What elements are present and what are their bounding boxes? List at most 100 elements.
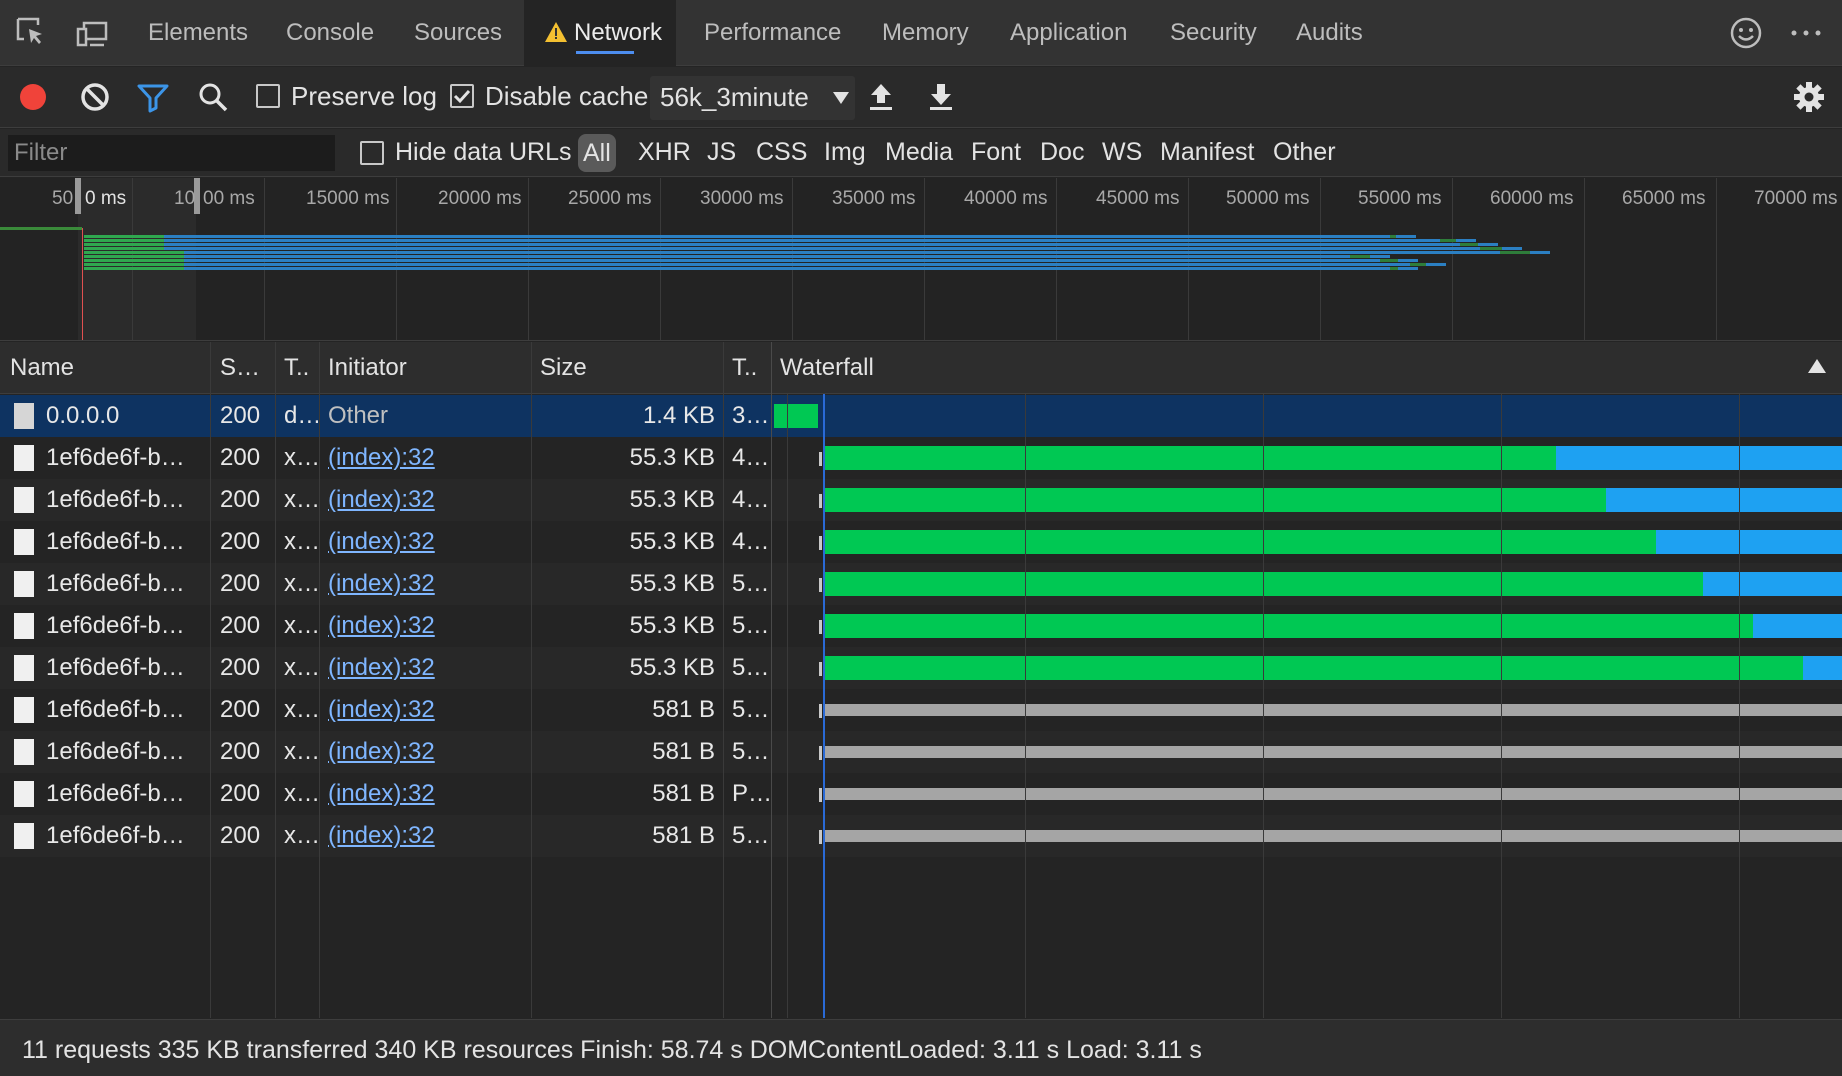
waterfall-pending-bar[interactable] [825,830,1842,842]
hide-data-urls-checkbox[interactable] [360,141,384,165]
preserve-log-checkbox[interactable] [256,84,280,108]
filter-type-ws[interactable]: WS [1102,138,1142,167]
filter-toggle-button[interactable] [136,80,170,114]
export-har-button[interactable] [924,80,958,114]
more-options-icon[interactable] [1788,15,1824,51]
hide-data-urls-label[interactable]: Hide data URLs [395,138,571,167]
initiator-link[interactable]: (index):32 [328,738,523,766]
table-row[interactable]: 1ef6de6f-b… 200 x… (index):32 55.3 KB 5… [0,605,1842,647]
table-row[interactable]: 1ef6de6f-b… 200 x… (index):32 55.3 KB 4… [0,437,1842,479]
preserve-log-label[interactable]: Preserve log [291,81,437,112]
initiator-link[interactable]: (index):32 [328,696,523,724]
column-header-name[interactable]: Name [10,354,74,382]
waterfall-download-bar[interactable] [1606,488,1842,512]
tab-security[interactable]: Security [1170,0,1257,66]
table-row[interactable]: 1ef6de6f-b… 200 x… (index):32 55.3 KB 5… [0,647,1842,689]
overview-waiting-bar [84,243,164,246]
table-row[interactable]: 1ef6de6f-b… 200 x… (index):32 581 B P… [0,773,1842,815]
column-divider[interactable] [275,342,276,1018]
initiator-link[interactable]: (index):32 [328,780,523,808]
table-row[interactable]: 1ef6de6f-b… 200 x… (index):32 55.3 KB 4… [0,521,1842,563]
waterfall-waiting-bar[interactable] [774,404,818,428]
tab-elements[interactable]: Elements [148,0,248,66]
waterfall-waiting-bar[interactable] [825,446,1556,470]
column-header-waterfall[interactable]: Waterfall [780,354,874,382]
waterfall-download-bar[interactable] [1556,446,1842,470]
filter-type-manifest[interactable]: Manifest [1160,138,1254,167]
network-overview[interactable]: 50 0 ms 10 00 ms 15000 ms 20000 ms 25000… [0,178,1842,341]
tab-memory[interactable]: Memory [882,0,969,66]
filter-type-xhr[interactable]: XHR [638,138,691,167]
waterfall-waiting-bar[interactable] [825,572,1703,596]
tab-performance[interactable]: Performance [704,0,841,66]
initiator-link[interactable]: (index):32 [328,486,523,514]
waterfall-pending-bar[interactable] [825,788,1842,800]
download-icon [930,84,952,110]
disable-cache-label[interactable]: Disable cache [485,81,648,112]
table-row[interactable]: 1ef6de6f-b… 200 x… (index):32 581 B 5… [0,731,1842,773]
throttling-select[interactable]: 56k_3minute [650,76,855,120]
column-header-status[interactable]: S… [220,354,260,382]
record-button[interactable] [16,80,50,114]
search-button[interactable] [196,80,230,114]
request-time: P… [732,780,770,807]
waterfall-pending-bar[interactable] [825,746,1842,758]
filter-type-media[interactable]: Media [885,138,953,167]
table-row[interactable]: 1ef6de6f-b… 200 x… (index):32 55.3 KB 5… [0,563,1842,605]
table-row[interactable]: 1ef6de6f-b… 200 x… (index):32 581 B 5… [0,689,1842,731]
import-har-button[interactable] [864,80,898,114]
filter-type-all[interactable]: All [578,134,616,172]
overview-download-bar [184,259,1418,262]
column-header-size[interactable]: Size [540,354,587,382]
initiator-link[interactable]: (index):32 [328,570,523,598]
filter-type-img[interactable]: Img [824,138,866,167]
tab-sources[interactable]: Sources [414,0,502,66]
waterfall-download-bar[interactable] [1803,656,1842,680]
clear-button[interactable] [78,80,112,114]
table-row[interactable]: 1ef6de6f-b… 200 x… (index):32 581 B 5… [0,815,1842,857]
tab-audits[interactable]: Audits [1296,0,1363,66]
initiator-link[interactable]: (index):32 [328,612,523,640]
tab-network[interactable]: Network [524,0,676,66]
waterfall-waiting-bar[interactable] [825,488,1606,512]
column-divider[interactable] [319,342,320,1018]
initiator-link[interactable]: (index):32 [328,528,523,556]
filter-type-css[interactable]: CSS [756,138,807,167]
table-row[interactable]: 0.0.0.0 200 d… Other 1.4 KB 3… [0,395,1842,437]
filter-input[interactable] [8,135,335,171]
inspect-element-icon[interactable] [14,15,50,51]
feedback-smiley-icon[interactable] [1728,15,1764,51]
waterfall-waiting-bar[interactable] [825,656,1803,680]
column-header-initiator[interactable]: Initiator [328,354,407,382]
request-name: 1ef6de6f-b… [46,486,185,513]
column-divider[interactable] [210,342,211,1018]
column-divider[interactable] [771,342,772,1018]
table-row[interactable]: 1ef6de6f-b… 200 x… (index):32 55.3 KB 4… [0,479,1842,521]
request-name: 1ef6de6f-b… [46,570,185,597]
sort-ascending-icon[interactable] [1808,359,1826,373]
network-settings-button[interactable] [1792,80,1826,114]
filter-type-other[interactable]: Other [1273,138,1336,167]
initiator-link[interactable]: (index):32 [328,654,523,682]
waterfall-pending-bar[interactable] [825,704,1842,716]
device-toolbar-icon[interactable] [74,15,110,51]
column-divider[interactable] [531,342,532,1018]
column-divider[interactable] [723,342,724,1018]
tab-application[interactable]: Application [1010,0,1127,66]
tab-console[interactable]: Console [286,0,374,66]
waterfall-download-bar[interactable] [1656,530,1842,554]
filter-type-doc[interactable]: Doc [1040,138,1084,167]
filter-type-font[interactable]: Font [971,138,1021,167]
disable-cache-checkbox[interactable] [450,84,474,108]
column-header-type[interactable]: T.. [284,354,309,382]
waterfall-waiting-bar[interactable] [825,530,1656,554]
filter-type-js[interactable]: JS [707,138,736,167]
overview-left-handle[interactable] [75,178,81,214]
waterfall-download-bar[interactable] [1703,572,1842,596]
overview-gridline [1584,178,1585,340]
column-header-time[interactable]: T.. [732,354,757,382]
waterfall-download-bar[interactable] [1753,614,1842,638]
initiator-link[interactable]: (index):32 [328,444,523,472]
waterfall-waiting-bar[interactable] [825,614,1753,638]
initiator-link[interactable]: (index):32 [328,822,523,850]
